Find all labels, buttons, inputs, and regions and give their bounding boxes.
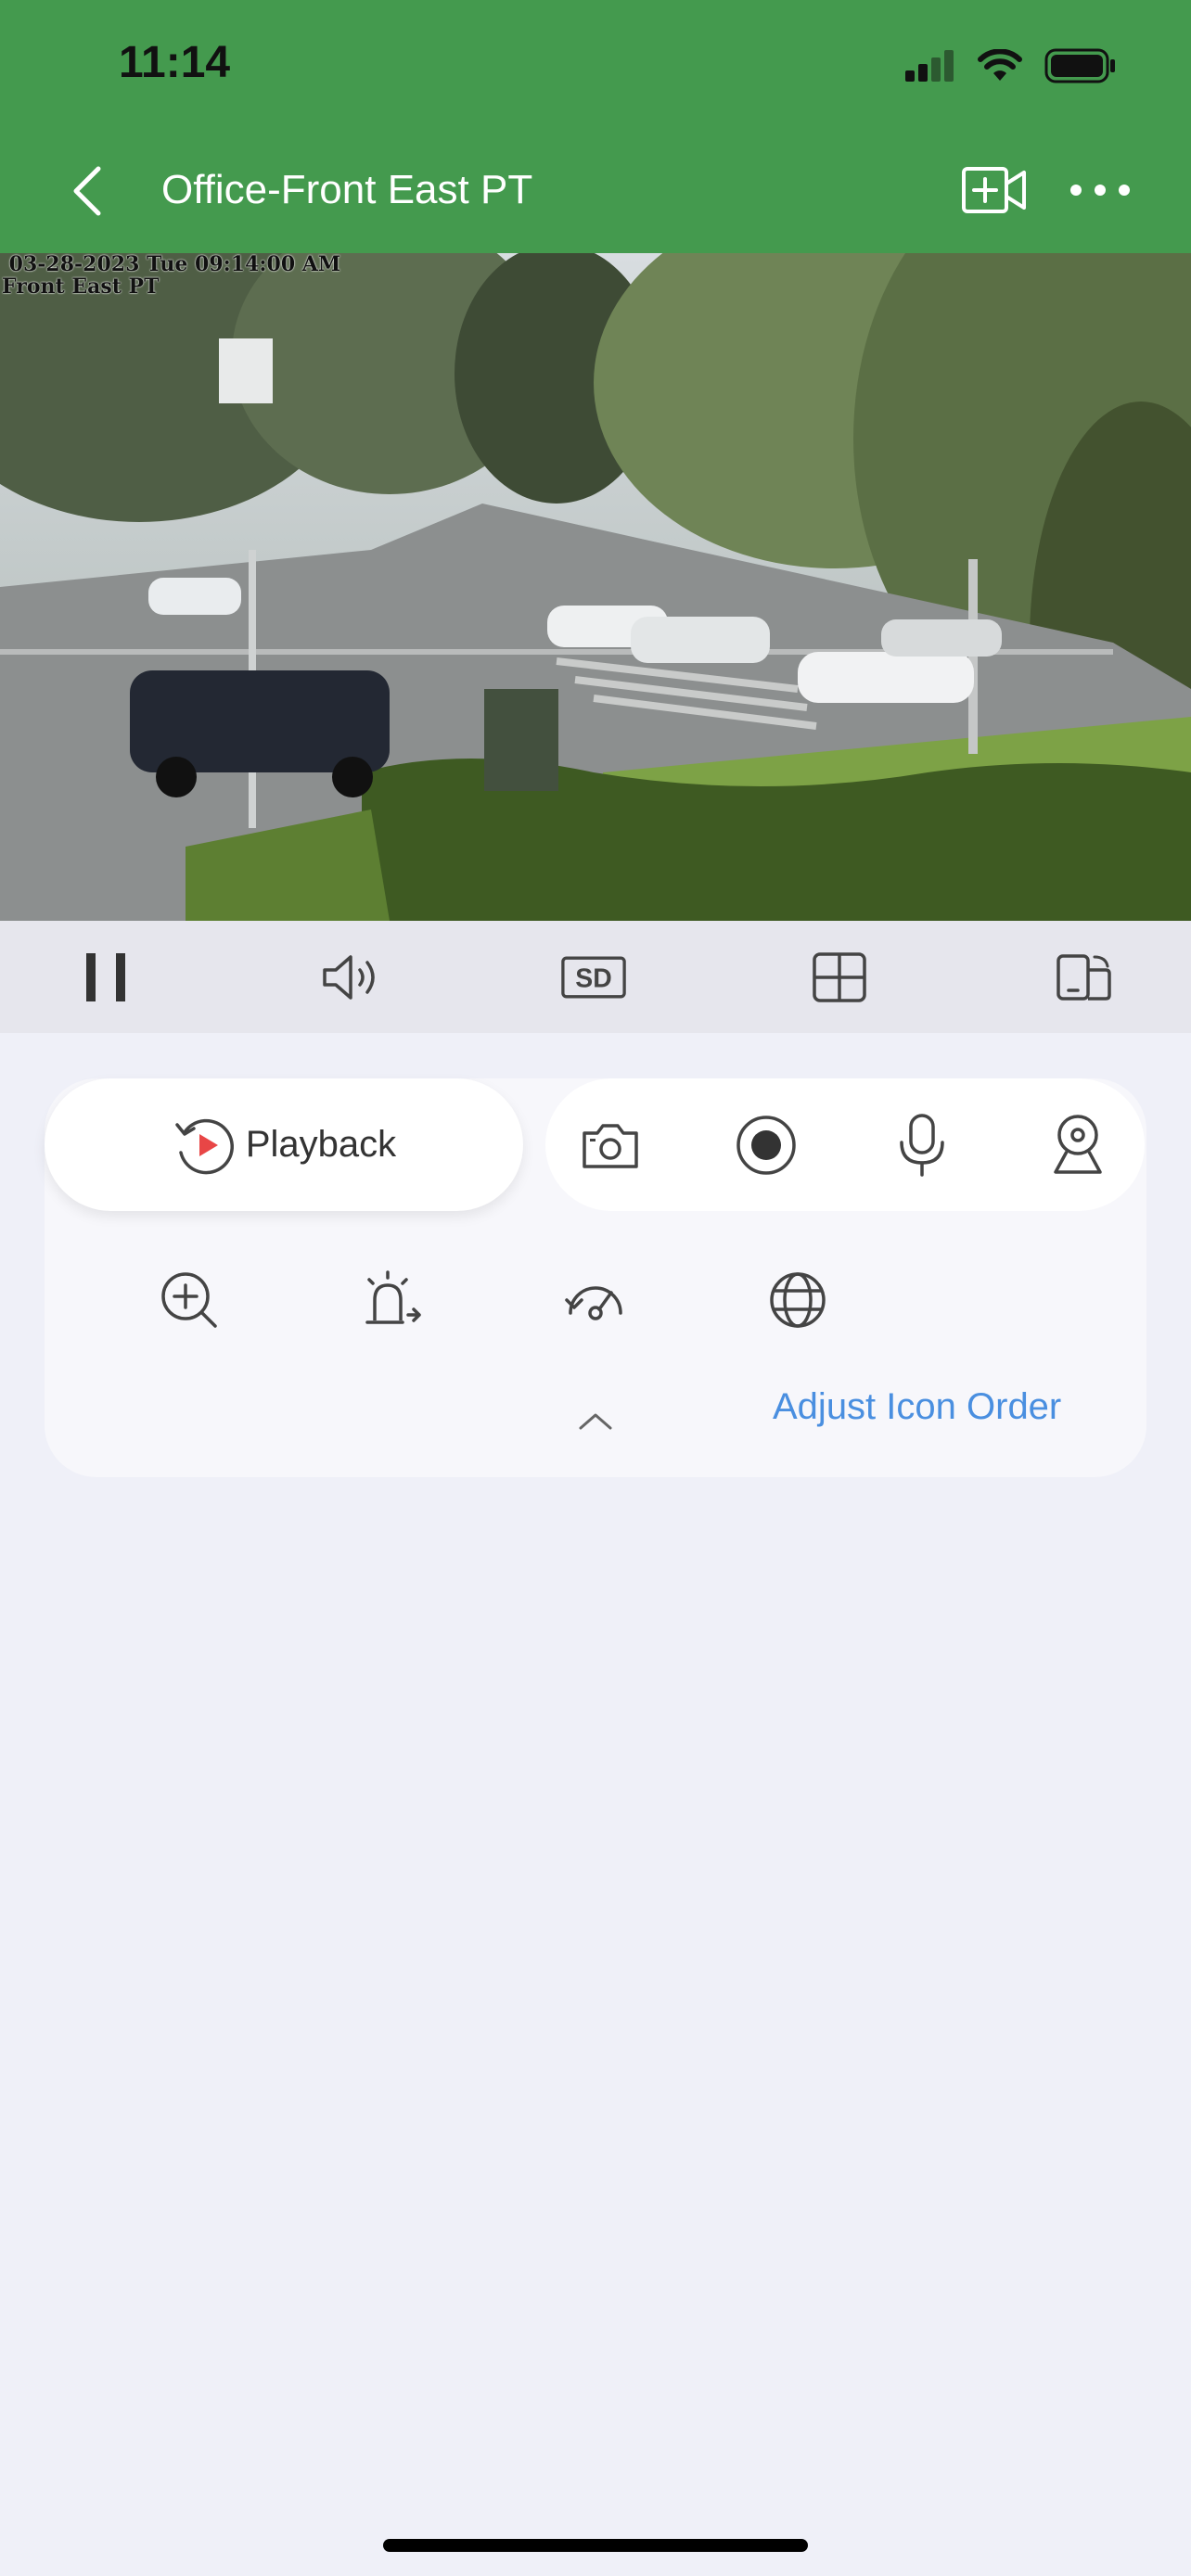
talk-button[interactable] xyxy=(885,1108,959,1182)
osd-timestamp: 03-28-2023 Tue 09:14:00 AM xyxy=(2,253,341,276)
grid-split-icon xyxy=(813,952,866,1002)
camera-snapshot-icon xyxy=(583,1124,638,1168)
speaker-icon xyxy=(323,955,375,1000)
more-button[interactable] xyxy=(1069,176,1132,204)
speed-dome-icon xyxy=(565,1286,622,1320)
digital-zoom-button[interactable] xyxy=(152,1263,226,1337)
speed-dome-button[interactable] xyxy=(558,1263,633,1337)
playback-label: Playback xyxy=(245,1124,397,1165)
status-icons xyxy=(905,48,1117,83)
fisheye-view-button[interactable] xyxy=(761,1263,835,1337)
record-icon xyxy=(736,1116,796,1175)
pause-button[interactable] xyxy=(73,945,138,1010)
playback-icon xyxy=(175,1118,234,1174)
rotate-screen-button[interactable] xyxy=(1052,945,1117,1010)
record-button[interactable] xyxy=(729,1108,803,1182)
chevron-up-icon xyxy=(579,1413,612,1430)
chevron-left-icon xyxy=(73,166,101,216)
quality-button[interactable]: SD xyxy=(561,945,626,1010)
back-button[interactable] xyxy=(65,163,109,219)
osd-camera-name: Front East PT xyxy=(2,274,160,299)
collapse-panel-button[interactable] xyxy=(575,1406,616,1434)
player-controls-bar: SD xyxy=(0,921,1191,1033)
quick-tools-bar xyxy=(545,1078,1145,1211)
audio-button[interactable] xyxy=(318,945,383,1010)
pause-icon xyxy=(86,953,125,1001)
live-video-view[interactable]: 03-28-2023 Tue 09:14:00 AM Front East PT xyxy=(0,253,1191,921)
video-osd-overlay: 03-28-2023 Tue 09:14:00 AM Front East PT xyxy=(2,253,340,298)
rotate-screen-icon xyxy=(1057,954,1111,1001)
globe-icon xyxy=(770,1272,826,1328)
ptz-icon xyxy=(1054,1115,1102,1174)
home-indicator[interactable] xyxy=(383,2539,808,2552)
ptz-button[interactable] xyxy=(1041,1108,1115,1182)
add-video-icon xyxy=(962,167,1026,213)
alarm-button[interactable] xyxy=(354,1263,429,1337)
adjust-icon-order-link[interactable]: Adjust Icon Order xyxy=(773,1386,1061,1428)
add-video-button[interactable] xyxy=(961,163,1028,217)
playback-button[interactable]: Playback xyxy=(45,1078,523,1211)
sd-quality-label: SD xyxy=(575,963,611,993)
battery-icon xyxy=(1044,48,1117,83)
split-screen-button[interactable] xyxy=(807,945,872,1010)
more-horizontal-icon xyxy=(1070,185,1130,196)
page-title: Office-Front East PT xyxy=(161,167,533,212)
cellular-signal-icon xyxy=(905,50,955,82)
snapshot-button[interactable] xyxy=(573,1108,647,1182)
alarm-icon xyxy=(365,1270,421,1324)
zoom-in-icon xyxy=(161,1272,217,1328)
sd-quality-icon: SD xyxy=(561,956,626,999)
microphone-icon xyxy=(900,1114,944,1177)
wifi-icon xyxy=(978,49,1022,83)
status-time: 11:14 xyxy=(119,38,231,87)
camera-feed-image xyxy=(0,253,1191,921)
app-header: 11:14 Office-Front East PT xyxy=(0,0,1191,253)
